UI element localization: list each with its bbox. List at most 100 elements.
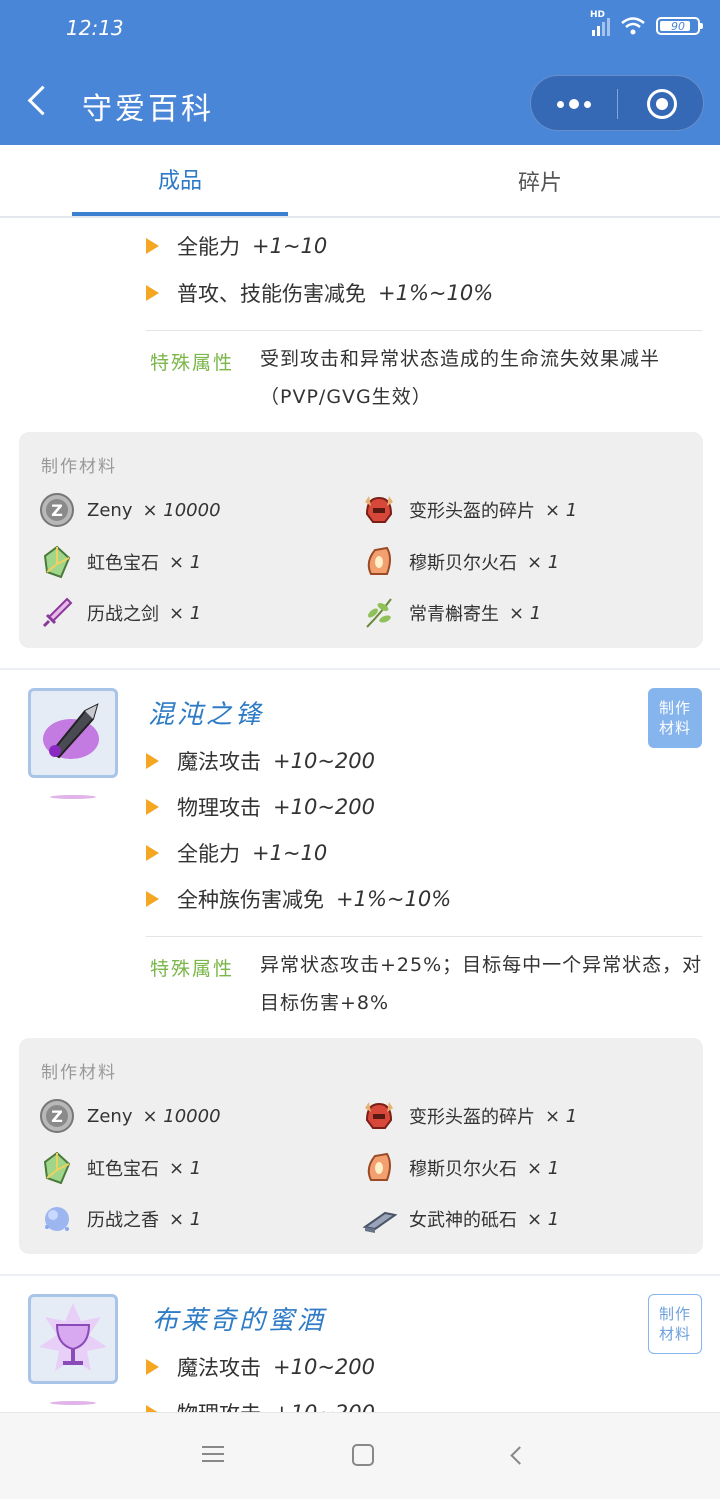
special-attribute-text: 异常状态攻击+25%；目标每中一个异常状态，对目标伤害+8% (260, 954, 703, 1014)
materials-title: 制作材料 (41, 1063, 117, 1083)
material-item[interactable]: 变形头盔的碎片 × 1 (361, 490, 577, 530)
more-options-button[interactable] (531, 76, 617, 132)
attribute-name: 魔法攻击 (177, 1356, 261, 1380)
bullet-arrow-icon (146, 845, 159, 861)
attribute-value: +10~200 (273, 795, 375, 819)
attribute-row: 普攻、技能伤害减免 +1%~10% (146, 277, 493, 309)
status-icons: HD 90 (590, 10, 703, 36)
back-button[interactable] (22, 82, 58, 122)
whetstone-icon (362, 1211, 397, 1233)
attribute-row: 全能力 +1~10 (146, 837, 327, 869)
attribute-name: 普攻、技能伤害减免 (177, 282, 366, 306)
rainbow-gem-icon (43, 545, 71, 579)
material-count: × 1 (527, 1157, 560, 1179)
material-count: × 1 (509, 602, 542, 624)
item-name: 混沌之锋 (148, 700, 265, 730)
material-count: × 1 (169, 1208, 202, 1230)
attribute-name: 魔法攻击 (177, 750, 261, 774)
mini-program-capsule (530, 75, 704, 131)
page-title: 守爱百科 (82, 92, 214, 127)
material-item[interactable]: 常青槲寄生 × 1 (361, 593, 541, 633)
craft-materials-button[interactable]: 制作材料 (648, 688, 702, 748)
tab-fragments[interactable]: 碎片 (432, 145, 648, 216)
material-count: × 1 (545, 1105, 578, 1127)
item-list[interactable]: 全能力 +1~10 普攻、技能伤害减免 +1%~10% 特殊属性 受到攻击和异常… (0, 218, 720, 1412)
thumbnail-shadow (50, 795, 96, 799)
attribute-name: 全能力 (177, 235, 240, 259)
bullet-arrow-icon (146, 1405, 159, 1412)
attribute-value: +10~200 (273, 1401, 375, 1412)
attribute-row: 魔法攻击 +10~200 (146, 745, 375, 777)
material-count: × 1 (169, 1157, 202, 1179)
material-name: 穆斯贝尔火石 (409, 553, 517, 574)
attribute-value: +1%~10% (336, 887, 452, 911)
material-item[interactable]: 女武神的砥石 × 1 (361, 1199, 559, 1239)
material-count: × 1 (527, 551, 560, 573)
craft-materials-button[interactable]: 制作材料 (648, 1294, 702, 1354)
materials-panel: 制作材料 Z Zeny × 10000 变形头盔的碎片 × 1 虹色宝石 × 1… (19, 1038, 703, 1254)
attribute-value: +10~200 (273, 749, 375, 773)
zeny-coin-icon: Z (40, 1099, 74, 1133)
material-count: × 1 (169, 551, 202, 573)
material-count: × 10000 (142, 1105, 221, 1127)
thumbnail-shadow (50, 1401, 96, 1405)
material-name: 虹色宝石 (87, 1159, 159, 1180)
material-name: 女武神的砥石 (409, 1210, 517, 1231)
material-name: Zeny (87, 1105, 133, 1127)
attribute-name: 全能力 (177, 842, 240, 866)
rainbow-gem-icon (43, 1151, 71, 1185)
material-item[interactable]: 虹色宝石 × 1 (39, 1148, 201, 1188)
material-name: 历战之剑 (87, 604, 159, 625)
material-item[interactable]: 虹色宝石 × 1 (39, 542, 201, 582)
item-divider (0, 1274, 720, 1276)
sword-icon (42, 597, 73, 628)
materials-title: 制作材料 (41, 457, 117, 477)
material-count: × 1 (545, 499, 578, 521)
bullet-arrow-icon (146, 753, 159, 769)
bullet-arrow-icon (146, 285, 159, 301)
material-count: × 1 (169, 602, 202, 624)
tab-finished-product[interactable]: 成品 (72, 145, 288, 216)
attribute-name: 全种族伤害减免 (177, 888, 324, 912)
material-item[interactable]: 穆斯贝尔火石 × 1 (361, 1148, 559, 1188)
divider-line (146, 936, 702, 937)
item-thumbnail[interactable] (28, 1294, 118, 1384)
recent-apps-icon[interactable] (202, 1446, 224, 1464)
bullet-arrow-icon (146, 238, 159, 254)
attribute-value: +1~10 (252, 841, 328, 865)
capsule-divider (617, 89, 618, 119)
material-item[interactable]: 穆斯贝尔火石 × 1 (361, 542, 559, 582)
svg-text:Z: Z (51, 501, 63, 520)
mistletoe-icon (366, 598, 392, 628)
status-time: 12:13 (66, 16, 124, 40)
material-item[interactable]: 变形头盔的碎片 × 1 (361, 1096, 577, 1136)
chaos-blade-icon (43, 703, 99, 759)
materials-panel: 制作材料 Z Zeny × 10000 变形头盔的碎片 × 1 虹色宝石 × 1… (19, 432, 703, 648)
home-icon[interactable] (352, 1444, 374, 1466)
attribute-name: 物理攻击 (177, 1398, 261, 1412)
material-count: × 10000 (142, 499, 221, 521)
tab-bar: 成品 碎片 (0, 145, 720, 218)
material-name: 虹色宝石 (87, 553, 159, 574)
attribute-row: 魔法攻击 +10~200 (146, 1351, 375, 1383)
special-attribute-label: 特殊属性 (150, 352, 235, 374)
material-item[interactable]: Z Zeny × 10000 (39, 1096, 221, 1136)
material-item[interactable]: 历战之香 × 1 (39, 1199, 201, 1239)
attribute-name: 物理攻击 (177, 796, 261, 820)
material-item[interactable]: Z Zeny × 10000 (39, 490, 221, 530)
incense-icon (45, 1207, 69, 1231)
material-item[interactable]: 历战之剑 × 1 (39, 593, 201, 633)
item-thumbnail[interactable] (28, 688, 118, 778)
material-name: 历战之香 (87, 1210, 159, 1231)
bullet-arrow-icon (146, 1359, 159, 1375)
battery-icon: 90 (656, 17, 703, 35)
system-back-icon[interactable] (508, 1446, 524, 1464)
system-navigation-bar (0, 1412, 720, 1499)
helmet-fragment-icon (365, 1102, 393, 1129)
top-bar: 12:13 HD 90 守爱百科 (0, 0, 720, 145)
network-label: HD (590, 10, 606, 20)
wifi-icon (620, 16, 646, 36)
close-mini-program-button[interactable] (647, 89, 677, 119)
fire-stone-icon (367, 546, 391, 575)
item-divider (0, 668, 720, 670)
